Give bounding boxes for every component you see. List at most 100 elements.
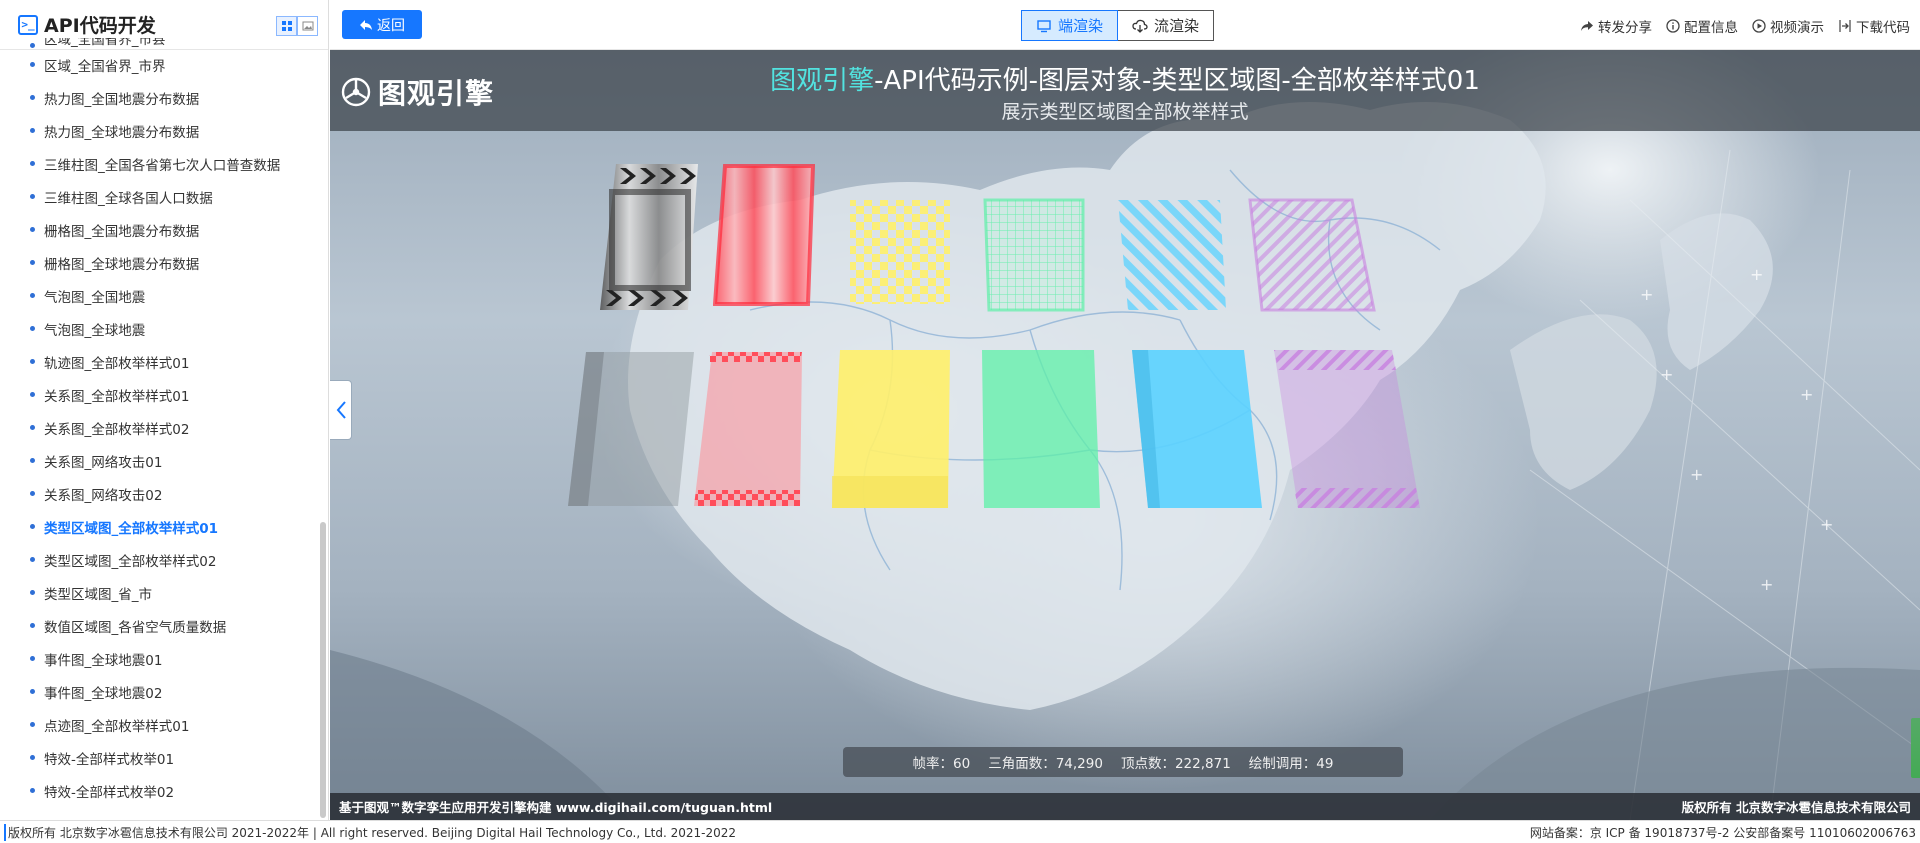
back-arrow-icon xyxy=(360,19,372,30)
sidebar-item[interactable]: 轨迹图_全部枚举样式01 xyxy=(0,345,318,378)
title-highlight: 图观引擎 xyxy=(770,66,875,96)
sidebar-item[interactable]: 点迹图_全部枚举样式01 xyxy=(0,708,318,741)
triangle-value: 74,290 xyxy=(1055,756,1103,772)
region-box-blue-solid[interactable] xyxy=(1130,348,1264,510)
render-stats: 帧率：60 三角面数：74,290 顶点数：222,871 绘制调用：49 xyxy=(843,747,1403,777)
sidebar-item-label: 关系图_网络攻击01 xyxy=(44,454,163,471)
level-indicator xyxy=(1911,718,1920,778)
config-button[interactable]: 配置信息 xyxy=(1666,16,1738,36)
svg-text:+: + xyxy=(1820,515,1833,534)
sidebar-scrollbar[interactable] xyxy=(320,522,326,818)
sidebar-item-label: 关系图_全部枚举样式01 xyxy=(44,388,190,405)
sidebar-item-label: 类型区域图_全部枚举样式02 xyxy=(44,553,217,570)
sidebar-item[interactable]: 事件图_全球地震01 xyxy=(0,642,318,675)
scene-footer: 基于图观™数字孪生应用开发引擎构建 www.digihail.com/tugua… xyxy=(330,793,1920,820)
share-button[interactable]: 转发分享 xyxy=(1580,16,1652,36)
region-box-gray-solid[interactable] xyxy=(566,350,696,508)
sidebar-item[interactable]: 三维柱图_全球各国人口数据 xyxy=(0,180,318,213)
region-box-purple-diagonal[interactable] xyxy=(1248,198,1376,312)
sidebar-item[interactable]: 类型区域图_全部枚举样式02 xyxy=(0,543,318,576)
list-view-icon[interactable] xyxy=(276,16,297,36)
svg-text:+: + xyxy=(1760,575,1773,594)
sidebar-item-label: 区域_全国省界_市县 xyxy=(44,38,166,48)
vertex-stat: 顶点数：222,871 xyxy=(1121,752,1231,772)
region-box-red-checker[interactable] xyxy=(692,350,822,508)
sidebar-item[interactable]: 关系图_网络攻击01 xyxy=(0,444,318,477)
sidebar-item-label: 气泡图_全球地震 xyxy=(44,322,146,339)
bullet-icon xyxy=(30,590,35,595)
scene-viewport[interactable]: + + + + + + + 图观引擎 图观引擎-API代码示例-图层对象-类型区… xyxy=(330,50,1920,820)
share-arrow-icon xyxy=(1581,21,1593,31)
triangle-stat: 三角面数：74,290 xyxy=(988,752,1103,772)
sidebar-item[interactable]: 类型区域图_省_市 xyxy=(0,576,318,609)
sidebar-list: 区域_全国省界_市县 区域_全国省界_市界热力图_全国地震分布数据热力图_全球地… xyxy=(0,38,318,807)
sidebar-item[interactable]: 气泡图_全球地震 xyxy=(0,312,318,345)
sidebar-item[interactable]: 气泡图_全国地震 xyxy=(0,279,318,312)
sidebar-item[interactable]: 热力图_全国地震分布数据 xyxy=(0,81,318,114)
config-label: 配置信息 xyxy=(1684,20,1738,36)
svg-text:+: + xyxy=(1640,285,1653,304)
sidebar-item[interactable]: 数值区域图_各省空气质量数据 xyxy=(0,609,318,642)
sidebar-collapse-button[interactable] xyxy=(330,380,352,440)
bullet-icon xyxy=(30,623,35,628)
bullet-icon xyxy=(30,128,35,133)
client-render-button[interactable]: 端渲染 xyxy=(1021,10,1119,41)
sidebar-item[interactable]: 特效-全部样式枚举01 xyxy=(0,741,318,774)
bullet-icon xyxy=(30,392,35,397)
drawcall-label: 绘制调用： xyxy=(1248,756,1317,772)
region-box-yellow-checker[interactable] xyxy=(848,198,952,306)
sidebar-item[interactable]: 区域_全国省界_市界 xyxy=(0,48,318,81)
sidebar-item-label: 热力图_全球地震分布数据 xyxy=(44,124,200,141)
bullet-icon xyxy=(30,755,35,760)
page-subtitle: 展示类型区域图全部枚举样式 xyxy=(1001,101,1249,123)
footer-credit: 基于图观™数字孪生应用开发引擎构建 www.digihail.com/tugua… xyxy=(339,800,773,815)
bullet-icon xyxy=(30,293,35,298)
region-box-green-solid[interactable] xyxy=(980,348,1102,510)
bullet-icon xyxy=(30,689,35,694)
cloud-download-icon xyxy=(1132,19,1148,33)
sidebar-item[interactable]: 关系图_全部枚举样式02 xyxy=(0,411,318,444)
sidebar-item-label: 点迹图_全部枚举样式01 xyxy=(44,718,190,735)
region-box-gray-arrow[interactable] xyxy=(598,162,702,312)
region-box-blue-diagonal[interactable] xyxy=(1116,198,1228,312)
sidebar-item[interactable]: 事件图_全球地震02 xyxy=(0,675,318,708)
sidebar-item[interactable]: 热力图_全球地震分布数据 xyxy=(0,114,318,147)
region-box-purple-stripe[interactable] xyxy=(1272,348,1422,510)
bullet-icon xyxy=(30,425,35,430)
sidebar-item[interactable]: 特效-全部样式枚举02 xyxy=(0,774,318,807)
info-icon xyxy=(1666,19,1680,33)
sidebar-item-label: 数值区域图_各省空气质量数据 xyxy=(44,619,227,636)
region-box-green-grid[interactable] xyxy=(983,198,1085,312)
sidebar-item-label: 栅格图_全球地震分布数据 xyxy=(44,256,200,273)
drawcall-stat: 绘制调用：49 xyxy=(1249,752,1334,772)
sidebar-item-label: 气泡图_全国地震 xyxy=(44,289,146,306)
sidebar-item[interactable]: 栅格图_全国地震分布数据 xyxy=(0,213,318,246)
svg-text:+: + xyxy=(1660,365,1673,384)
sidebar-item[interactable]: 栅格图_全球地震分布数据 xyxy=(0,246,318,279)
video-button[interactable]: 视频演示 xyxy=(1752,16,1824,36)
bullet-icon xyxy=(30,161,35,166)
fps-stat: 帧率：60 xyxy=(913,752,971,772)
bullet-icon xyxy=(30,458,35,463)
drawcall-value: 49 xyxy=(1316,756,1334,772)
sidebar-item[interactable]: 关系图_全部枚举样式01 xyxy=(0,378,318,411)
vertex-value: 222,871 xyxy=(1174,756,1231,772)
sidebar-item[interactable]: 类型区域图_全部枚举样式01 xyxy=(0,510,318,543)
site-footer: 版权所有 北京数字冰雹信息技术有限公司 2021-2022年 | All rig… xyxy=(0,820,1920,843)
sidebar-item[interactable]: 区域_全国省界_市县 xyxy=(0,38,318,48)
download-button[interactable]: 下载代码 xyxy=(1838,16,1910,36)
back-button[interactable]: 返回 xyxy=(342,10,422,39)
sidebar-item-label: 区域_全国省界_市界 xyxy=(44,58,166,75)
stream-render-button[interactable]: 流渲染 xyxy=(1118,10,1215,41)
bullet-icon xyxy=(30,62,35,67)
sidebar-item[interactable]: 关系图_网络攻击02 xyxy=(0,477,318,510)
video-label: 视频演示 xyxy=(1770,20,1824,36)
region-box-yellow-solid[interactable] xyxy=(830,348,952,510)
region-box-red-stripe[interactable] xyxy=(713,164,815,306)
top-actions: 转发分享 配置信息 视频演示 下载代码 xyxy=(1580,16,1910,36)
sidebar-item[interactable]: 三维柱图_全国各省第七次人口普查数据 xyxy=(0,147,318,180)
bullet-icon xyxy=(30,788,35,793)
sidebar-item-label: 三维柱图_全球各国人口数据 xyxy=(44,190,213,207)
bullet-icon xyxy=(30,359,35,364)
image-view-icon[interactable] xyxy=(297,16,318,36)
